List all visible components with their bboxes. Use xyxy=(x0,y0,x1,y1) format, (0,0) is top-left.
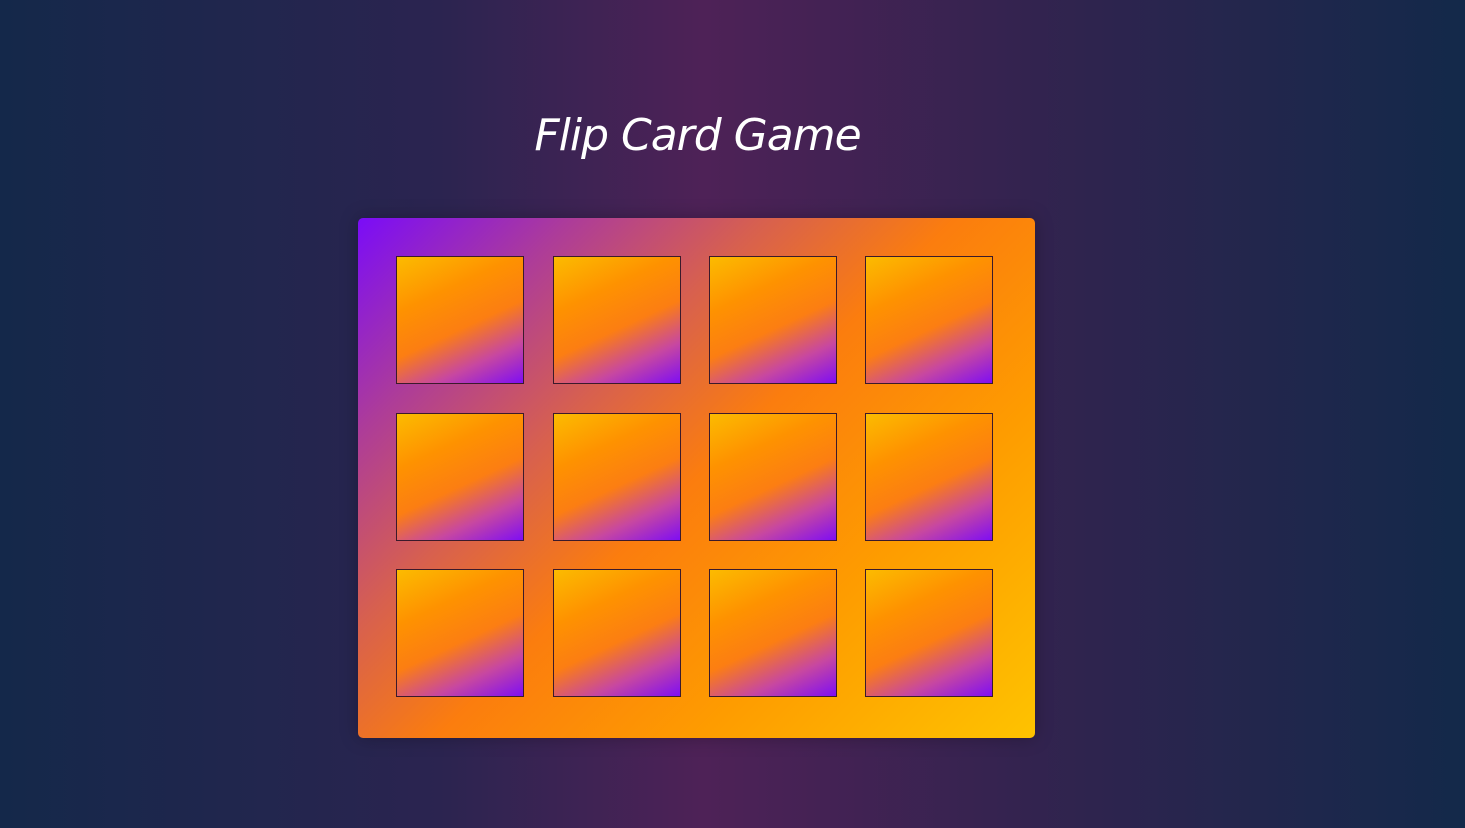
card-r3-c2[interactable] xyxy=(553,569,681,697)
game-title: Flip Card Game xyxy=(534,110,861,161)
card-board xyxy=(358,218,1035,738)
card-r3-c4[interactable] xyxy=(865,569,993,697)
card-r2-c1[interactable] xyxy=(396,413,524,541)
card-r3-c1[interactable] xyxy=(396,569,524,697)
card-r2-c3[interactable] xyxy=(709,413,837,541)
card-r3-c3[interactable] xyxy=(709,569,837,697)
card-r1-c3[interactable] xyxy=(709,256,837,384)
card-r2-c2[interactable] xyxy=(553,413,681,541)
card-r2-c4[interactable] xyxy=(865,413,993,541)
card-r1-c4[interactable] xyxy=(865,256,993,384)
card-r1-c1[interactable] xyxy=(396,256,524,384)
card-r1-c2[interactable] xyxy=(553,256,681,384)
